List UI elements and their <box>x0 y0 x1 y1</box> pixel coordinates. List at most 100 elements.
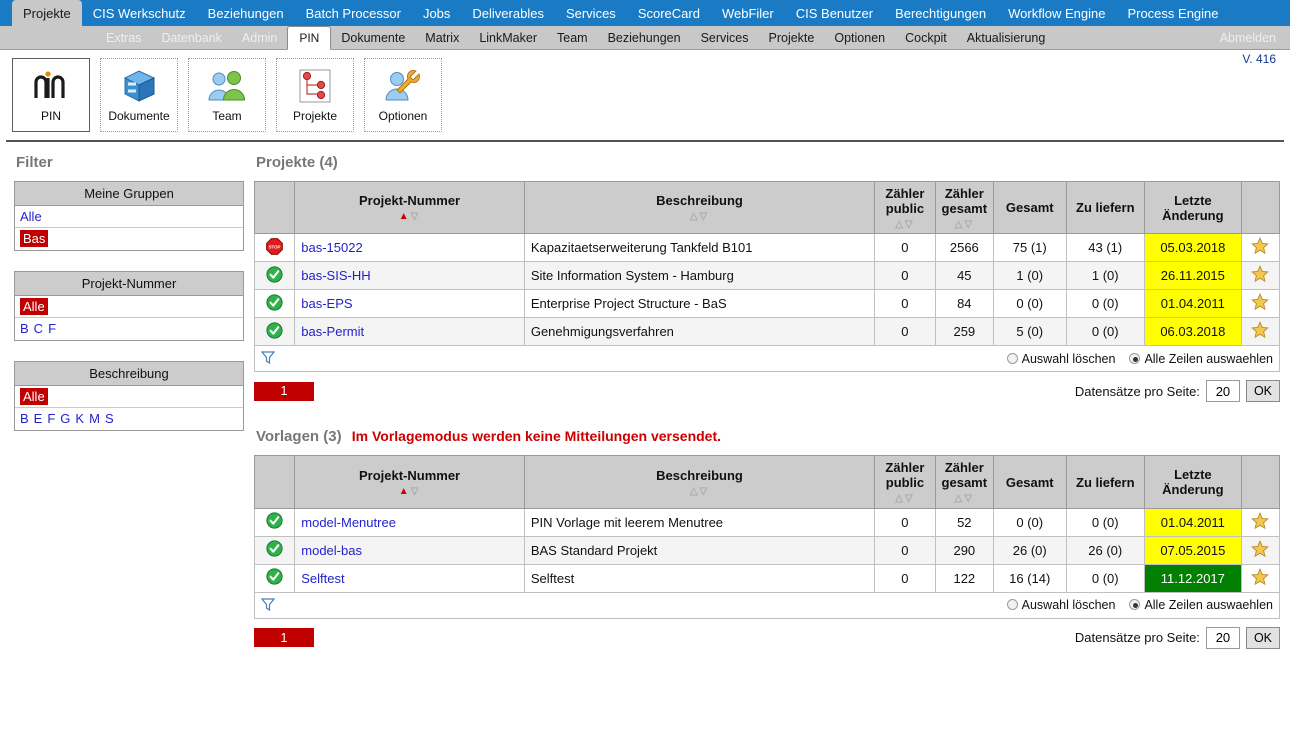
primary-nav-item-process-engine[interactable]: Process Engine <box>1116 0 1229 26</box>
filter-link-m[interactable]: M <box>89 411 100 426</box>
sort-asc-icon[interactable]: △ <box>690 211 700 222</box>
filter-funnel-icon[interactable] <box>261 350 275 367</box>
sort-asc-icon[interactable]: ▲ <box>399 211 411 222</box>
col-counter-total-sort[interactable]: △▽ <box>938 493 991 505</box>
filter-link-bas[interactable]: Bas <box>20 230 48 247</box>
secondary-nav-item-services[interactable]: Services <box>691 26 759 49</box>
col-project-number[interactable]: Projekt-Nummer ▲▽ <box>295 182 525 234</box>
sort-desc-icon[interactable]: ▽ <box>700 486 710 497</box>
project-link[interactable]: model-Menutree <box>301 515 396 530</box>
toolbar-button-team[interactable]: Team <box>188 58 266 132</box>
primary-nav-item-deliverables[interactable]: Deliverables <box>461 0 555 26</box>
primary-nav-item-workflow-engine[interactable]: Workflow Engine <box>997 0 1116 26</box>
favorite-star-icon[interactable] <box>1241 262 1279 290</box>
select-all-radio[interactable] <box>1129 353 1140 364</box>
filter-link-e[interactable]: E <box>34 411 43 426</box>
primary-nav-item-batch-processor[interactable]: Batch Processor <box>295 0 412 26</box>
filter-link-alle[interactable]: Alle <box>20 298 48 315</box>
templates-ok-button[interactable]: OK <box>1246 627 1280 649</box>
primary-nav-item-beziehungen[interactable]: Beziehungen <box>197 0 295 26</box>
secondary-nav-item-datenbank[interactable]: Datenbank <box>151 26 231 49</box>
stop-icon[interactable]: STOP <box>255 234 295 262</box>
filter-link-f[interactable]: F <box>48 321 56 336</box>
col-project-number[interactable]: Projekt-Nummer ▲▽ <box>295 456 525 508</box>
projects-per-page-input[interactable] <box>1206 380 1240 402</box>
clear-selection-radio-group[interactable]: Auswahl löschen <box>1007 352 1116 366</box>
primary-nav-item-cis-benutzer[interactable]: CIS Benutzer <box>785 0 884 26</box>
projects-page-1-button[interactable]: 1 <box>254 382 314 401</box>
col-last-change[interactable]: Letzte Änderung <box>1145 456 1242 508</box>
col-description-sort[interactable]: △▽ <box>527 486 872 498</box>
table-row[interactable]: bas-PermitGenehmigungsverfahren02595 (0)… <box>255 318 1280 346</box>
table-row[interactable]: STOPbas-15022Kapazitaetserweiterung Tank… <box>255 234 1280 262</box>
toolbar-button-projekte[interactable]: Projekte <box>276 58 354 132</box>
primary-nav-item-jobs[interactable]: Jobs <box>412 0 461 26</box>
filter-link-alle[interactable]: Alle <box>20 388 48 405</box>
favorite-star-icon[interactable] <box>1241 536 1279 564</box>
templates-per-page-input[interactable] <box>1206 627 1240 649</box>
table-row[interactable]: model-MenutreePIN Vorlage mit leerem Men… <box>255 508 1280 536</box>
cell-project-number[interactable]: bas-EPS <box>295 290 525 318</box>
sort-desc-icon[interactable]: ▽ <box>905 493 915 504</box>
projects-ok-button[interactable]: OK <box>1246 380 1280 402</box>
toolbar-button-dokumente[interactable]: Dokumente <box>100 58 178 132</box>
filter-link-g[interactable]: G <box>60 411 70 426</box>
project-link[interactable]: bas-SIS-HH <box>301 268 370 283</box>
ok-icon[interactable] <box>255 508 295 536</box>
col-counter-total-sort[interactable]: △▽ <box>938 219 991 231</box>
select-all-radio-group[interactable]: Alle Zeilen auswaehlen <box>1129 598 1273 612</box>
sort-desc-icon[interactable]: ▽ <box>905 219 915 230</box>
filter-link-b[interactable]: B <box>20 321 29 336</box>
secondary-nav-item-aktualisierung[interactable]: Aktualisierung <box>957 26 1056 49</box>
col-description[interactable]: Beschreibung △▽ <box>524 182 874 234</box>
primary-nav-item-cis-werkschutz[interactable]: CIS Werkschutz <box>82 0 197 26</box>
col-to-deliver[interactable]: Zu liefern <box>1066 456 1145 508</box>
secondary-nav-item-optionen[interactable]: Optionen <box>824 26 895 49</box>
col-total[interactable]: Gesamt <box>994 456 1066 508</box>
col-project-number-sort[interactable]: ▲▽ <box>297 486 522 498</box>
sort-asc-icon[interactable]: ▲ <box>399 486 411 497</box>
cell-project-number[interactable]: model-Menutree <box>295 508 525 536</box>
project-link[interactable]: bas-EPS <box>301 296 352 311</box>
primary-nav-item-berechtigungen[interactable]: Berechtigungen <box>884 0 997 26</box>
table-row[interactable]: model-basBAS Standard Projekt029026 (0)2… <box>255 536 1280 564</box>
col-counter-total[interactable]: Zähler gesamt △▽ <box>935 456 993 508</box>
col-counter-public[interactable]: Zähler public △▽ <box>875 456 935 508</box>
ok-icon[interactable] <box>255 536 295 564</box>
col-counter-public[interactable]: Zähler public △▽ <box>875 182 935 234</box>
secondary-nav-item-linkmaker[interactable]: LinkMaker <box>469 26 547 49</box>
sort-desc-icon[interactable]: ▽ <box>964 493 974 504</box>
table-row[interactable]: bas-EPSEnterprise Project Structure - Ba… <box>255 290 1280 318</box>
cell-project-number[interactable]: bas-SIS-HH <box>295 262 525 290</box>
filter-link-s[interactable]: S <box>105 411 114 426</box>
col-counter-public-sort[interactable]: △▽ <box>877 219 932 231</box>
col-description[interactable]: Beschreibung △▽ <box>524 456 874 508</box>
select-all-radio-group[interactable]: Alle Zeilen auswaehlen <box>1129 352 1273 366</box>
toolbar-button-optionen[interactable]: Optionen <box>364 58 442 132</box>
ok-icon[interactable] <box>255 262 295 290</box>
filter-link-c[interactable]: C <box>34 321 43 336</box>
sort-desc-icon[interactable]: ▽ <box>411 211 421 222</box>
sort-desc-icon[interactable]: ▽ <box>700 211 710 222</box>
secondary-nav-item-cockpit[interactable]: Cockpit <box>895 26 957 49</box>
cell-project-number[interactable]: bas-Permit <box>295 318 525 346</box>
table-row[interactable]: bas-SIS-HHSite Information System - Hamb… <box>255 262 1280 290</box>
clear-selection-radio-group[interactable]: Auswahl löschen <box>1007 598 1116 612</box>
favorite-star-icon[interactable] <box>1241 234 1279 262</box>
cell-project-number[interactable]: model-bas <box>295 536 525 564</box>
col-counter-public-sort[interactable]: △▽ <box>877 493 932 505</box>
col-to-deliver[interactable]: Zu liefern <box>1066 182 1145 234</box>
clear-selection-radio[interactable] <box>1007 353 1018 364</box>
col-counter-total[interactable]: Zähler gesamt △▽ <box>935 182 993 234</box>
filter-funnel-icon[interactable] <box>261 597 275 614</box>
filter-link-alle[interactable]: Alle <box>20 209 42 224</box>
secondary-nav-item-pin[interactable]: PIN <box>287 26 331 50</box>
sort-asc-icon[interactable]: △ <box>955 493 965 504</box>
secondary-nav-item-admin[interactable]: Admin <box>232 26 287 49</box>
sort-desc-icon[interactable]: ▽ <box>964 219 974 230</box>
secondary-nav-item-team[interactable]: Team <box>547 26 598 49</box>
clear-selection-radio[interactable] <box>1007 599 1018 610</box>
templates-page-1-button[interactable]: 1 <box>254 628 314 647</box>
filter-link-b[interactable]: B <box>20 411 29 426</box>
sort-asc-icon[interactable]: △ <box>955 219 965 230</box>
